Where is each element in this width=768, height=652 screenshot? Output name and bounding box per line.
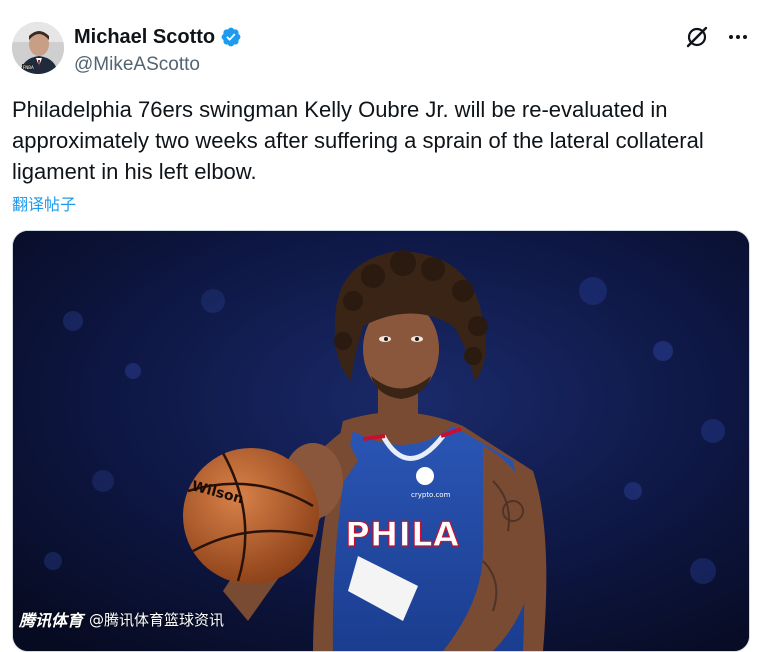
watermark-logo: 腾讯体育 xyxy=(19,611,84,630)
tweet-header: FNBA Michael Scotto @MikeAScotto xyxy=(12,22,756,78)
author-info: Michael Scotto @MikeAScotto xyxy=(74,24,242,76)
svg-text:FNBA: FNBA xyxy=(23,65,34,70)
name-row: Michael Scotto xyxy=(74,24,242,50)
watermark-text: @腾讯体育篮球资讯 xyxy=(89,610,225,629)
display-name[interactable]: Michael Scotto xyxy=(74,26,215,49)
svg-text:crypto.com: crypto.com xyxy=(411,491,451,499)
tweet-text: Philadelphia 76ers swingman Kelly Oubre … xyxy=(12,97,704,184)
header-actions xyxy=(684,24,750,50)
player-photo: PHILA crypto.com Wilson xyxy=(13,231,749,651)
tweet-media-photo[interactable]: PHILA crypto.com Wilson 腾讯体育 @腾讯体育篮球资讯 xyxy=(12,230,750,652)
verified-badge-icon xyxy=(220,26,242,48)
grok-icon[interactable] xyxy=(684,24,710,50)
author-handle[interactable]: @MikeAScotto xyxy=(74,54,242,76)
tweet-card: FNBA Michael Scotto @MikeAScotto Philade… xyxy=(0,0,768,652)
watermark: 腾讯体育 @腾讯体育篮球资讯 xyxy=(19,607,224,631)
jersey-text: PHILA xyxy=(345,515,460,555)
avatar[interactable]: FNBA xyxy=(12,22,64,74)
translate-post-link[interactable]: 翻译帖子 xyxy=(12,191,76,215)
more-options-icon[interactable] xyxy=(726,25,750,49)
